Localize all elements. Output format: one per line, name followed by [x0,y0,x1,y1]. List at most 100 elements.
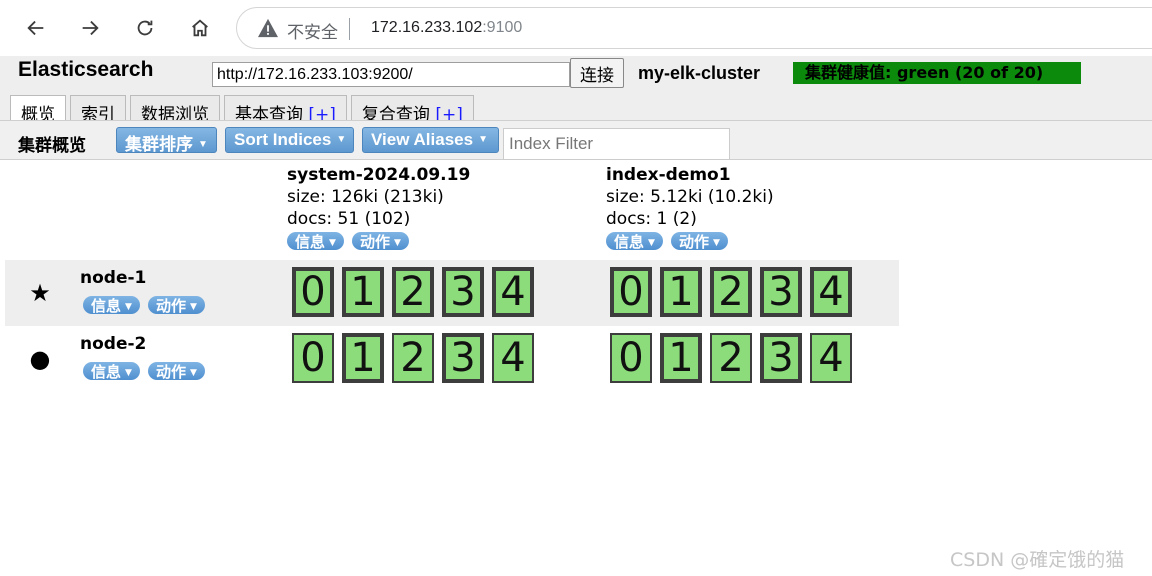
shard-group: 0 1 2 3 4 [292,267,534,317]
replica-shard[interactable]: 2 [710,333,752,383]
index-docs: docs: 1 (2) [606,209,697,229]
node-action-button[interactable]: 动作 ▼ [147,362,205,380]
primary-shard[interactable]: 3 [442,333,484,383]
shard-group: 0 1 2 3 4 [610,267,852,317]
button-label: Sort Indices [234,130,332,149]
node-info-button[interactable]: 信息 ▼ [83,296,140,314]
url-host: 172.16.233.102 [371,19,483,36]
caret-down-icon: ▼ [189,368,197,378]
caret-down-icon: ▼ [125,368,132,378]
watermark: CSDN @確定饿的猫 [950,549,1125,571]
caret-down-icon: ▼ [336,134,347,145]
pill-label: 信息 [295,233,326,250]
forward-button[interactable] [74,12,106,44]
url-text[interactable]: 172.16.233.102:9100 [371,19,522,37]
index-actions: 信息 ▼ 动作 ▼ [287,232,587,250]
main-tabs: 概览 索引 数据浏览 基本查询 [+] 复合查询 [+] [10,95,478,125]
replica-shard[interactable]: 0 [292,333,334,383]
primary-shard[interactable]: 1 [342,333,384,383]
primary-shard[interactable]: 3 [760,267,802,317]
sort-cluster-button[interactable]: 集群排序 ▼ [116,127,217,154]
cluster-health-badge: 集群健康值: green (20 of 20) [793,62,1081,84]
node-actions: 信息 ▼ 动作 ▼ [83,296,205,314]
replica-shard[interactable]: 4 [492,333,534,383]
insecure-label[interactable]: 不安全 [287,18,338,43]
overview-toolbar: 集群概览 集群排序 ▼ Sort Indices ▼ View Aliases ▼ [0,120,1152,160]
node-row: ● node-2 信息 ▼ 动作 ▼ 0 1 2 3 4 0 1 2 3 4 [5,326,899,392]
pill-label: 动作 [155,297,186,314]
node-info-button[interactable]: 信息 ▼ [83,362,140,380]
primary-shard[interactable]: 1 [660,333,702,383]
index-actions: 信息 ▼ 动作 ▼ [606,232,906,250]
index-size: size: 5.12ki (10.2ki) [606,187,774,207]
caret-down-icon: ▼ [712,238,720,248]
pill-label: 信息 [91,297,122,314]
view-aliases-button[interactable]: View Aliases ▼ [362,127,499,153]
node-action-button[interactable]: 动作 ▼ [147,296,205,314]
sort-indices-button[interactable]: Sort Indices ▼ [225,127,354,153]
reload-icon [137,20,153,36]
index-action-button[interactable]: 动作 ▼ [351,232,409,250]
primary-shard[interactable]: 0 [292,267,334,317]
index-filter-input[interactable] [503,128,730,160]
index-name: system-2024.09.19 [287,165,471,185]
index-name: index-demo1 [606,165,731,185]
shard-group: 0 1 2 3 4 [292,333,534,383]
node-row: ★ node-1 信息 ▼ 动作 ▼ 0 1 2 3 4 0 1 2 3 4 [5,260,899,326]
shard-group: 0 1 2 3 4 [610,333,852,383]
caret-down-icon: ▼ [648,238,655,248]
reload-button[interactable] [129,12,161,44]
primary-shard[interactable]: 4 [810,267,852,317]
index-header: system-2024.09.19 size: 126ki (213ki) do… [287,164,587,250]
address-bar[interactable]: 不安全 172.16.233.102:9100 [236,7,1152,49]
primary-shard[interactable]: 2 [392,267,434,317]
pill-label: 动作 [678,233,709,250]
pill-label: 动作 [359,233,390,250]
warning-icon[interactable] [257,18,279,38]
pill-label: 信息 [614,233,645,250]
node-name: node-2 [80,334,147,354]
caret-down-icon: ▼ [329,238,336,248]
toolbar-title: 集群概览 [18,136,86,156]
index-header: index-demo1 size: 5.12ki (10.2ki) docs: … [606,164,906,250]
primary-shard[interactable]: 0 [610,267,652,317]
index-docs: docs: 51 (102) [287,209,411,229]
dot-icon: ● [29,345,51,373]
caret-down-icon: ▼ [198,139,208,150]
index-action-button[interactable]: 动作 ▼ [670,232,728,250]
index-size: size: 126ki (213ki) [287,187,444,207]
replica-shard[interactable]: 2 [392,333,434,383]
home-icon [192,19,208,37]
index-info-button[interactable]: 信息 ▼ [606,232,663,250]
caret-down-icon: ▼ [478,134,488,145]
primary-shard[interactable]: 3 [760,333,802,383]
star-icon: ★ [29,279,51,307]
app-header: Elasticsearch 连接 my-elk-cluster 集群健康值: g… [0,56,1152,125]
pill-label: 信息 [91,363,122,380]
primary-shard[interactable]: 2 [710,267,752,317]
node-actions: 信息 ▼ 动作 ▼ [83,362,205,380]
cluster-name: my-elk-cluster [638,63,761,83]
replica-shard[interactable]: 4 [810,333,852,383]
home-button[interactable] [184,12,216,44]
address-separator [349,18,350,40]
app-title: Elasticsearch [18,58,154,81]
caret-down-icon: ▼ [393,238,401,248]
index-info-button[interactable]: 信息 ▼ [287,232,344,250]
primary-shard[interactable]: 1 [660,267,702,317]
connect-url-input[interactable] [212,62,570,87]
url-port: :9100 [482,19,523,36]
primary-shard[interactable]: 3 [442,267,484,317]
browser-toolbar: 不安全 172.16.233.102:9100 [0,0,1152,56]
caret-down-icon: ▼ [189,302,197,312]
primary-shard[interactable]: 1 [342,267,384,317]
back-button[interactable] [20,12,52,44]
primary-shard[interactable]: 4 [492,267,534,317]
node-name: node-1 [80,268,147,288]
connect-button[interactable]: 连接 [570,58,624,88]
button-label: 集群排序 [125,135,193,154]
forward-arrow-icon [82,20,99,36]
back-arrow-icon [27,20,44,36]
replica-shard[interactable]: 0 [610,333,652,383]
caret-down-icon: ▼ [125,302,132,312]
